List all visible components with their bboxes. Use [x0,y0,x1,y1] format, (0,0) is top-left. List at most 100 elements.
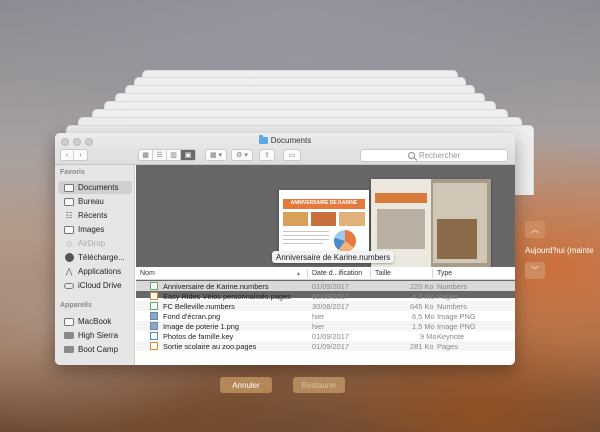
image-file-icon [150,312,158,320]
file-date: hier [312,322,325,331]
image-file-icon [150,322,158,330]
sidebar-item-high-sierra[interactable]: High Sierra [58,329,132,342]
arrange-button[interactable]: ▦ ▾ [205,149,227,161]
window-title: Documents [55,135,515,145]
table-row[interactable]: Image de poterie 1.png hier 1,5 Mo Image… [136,321,515,331]
list-view-icon: ☰ [156,152,163,159]
icons-view-button[interactable]: ▦ [139,150,154,160]
columns-view-icon: ▥ [170,152,177,159]
document-photo [311,212,336,226]
sidebar-item-airdrop[interactable]: ◎ AirDrop [58,237,132,250]
applications-icon: ⋀ [65,267,73,276]
documents-folder-icon [258,135,268,144]
gallery-view-button[interactable]: ▣ [181,150,196,160]
column-header-size[interactable]: Taille [375,270,391,277]
pie-chart-graphic [334,230,356,252]
sidebar-item-downloads[interactable]: Télécharge... [58,251,132,264]
hard-disk-icon [64,345,74,354]
pages-file-icon [150,342,158,350]
table-row[interactable]: FC Belleville.numbers 30/08/2017 645 Ko … [136,301,515,311]
table-row[interactable]: Anniversaire de Karine.numbers 01/09/201… [136,281,515,291]
sidebar-item-applications[interactable]: ⋀ Applications [58,265,132,278]
numbers-document-thumbnail[interactable]: ANNIVERSAIRE DE KARINE [279,190,369,253]
file-date: 01/09/2017 [312,332,349,341]
file-size: 220 Ko [410,282,434,291]
search-field[interactable]: Rechercher [360,149,508,162]
sidebar-item-macbook[interactable]: MacBook [58,315,132,328]
file-size: 6,5 Mo [412,312,435,321]
sidebar-item-label: iCloud Drive [78,281,122,290]
chevron-left-icon: ‹ [65,151,69,159]
keynote-file-icon [150,332,158,340]
list-view-button[interactable]: ☰ [153,150,168,160]
timeline-date-label: Aujourd'hui (mainte [525,246,594,255]
search-placeholder: Rechercher [418,151,461,160]
icloud-icon [64,281,74,290]
file-list-header: Nom ▴ Date d...ification Taille Type [136,267,515,280]
share-icon: ⇧ [264,152,270,159]
chevron-down-icon: ﹀ [531,266,539,275]
sidebar-item-bureau[interactable]: Bureau [58,195,132,208]
title-bar: Documents ‹ › ▦ ☰ ▥ ▣ ▦ ▾ ⚙ ▾ ⇧ ▭ Recher… [55,133,515,165]
document-photo [339,212,365,226]
sidebar-item-label: Applications [78,267,122,276]
file-kind: Numbers [437,282,467,291]
sidebar-heading-favorites: Favoris [60,169,85,176]
file-size: 4,3 Mo [412,292,435,301]
file-size: 1,5 Mo [412,322,435,331]
column-header-kind[interactable]: Type [437,270,452,277]
window-title-text: Documents [270,136,312,145]
sidebar-item-recents[interactable]: ☷ Récents [58,209,132,222]
table-row[interactable]: Fond d'écran.png hier 6,5 Mo Image PNG [136,311,515,321]
sidebar-heading-devices: Appareils [60,302,92,309]
sidebar-item-images[interactable]: Images [58,223,132,236]
preview-file-label: Anniversaire de Karine.numbers [272,251,395,263]
table-row[interactable]: Easy Rides Vélos personnalisés.pages 01/… [136,291,515,301]
file-size: 9 Mo [420,332,437,341]
file-kind: Keynote [437,332,465,341]
document-text-line [283,243,323,244]
action-button[interactable]: ⚙ ▾ [231,149,253,161]
tag-button[interactable]: ▭ [283,149,301,161]
sidebar-item-label: AirDrop [78,239,106,248]
icons-view-icon: ▦ [142,152,149,159]
pages-file-icon [150,292,158,300]
view-mode-control: ▦ ☰ ▥ ▣ [138,149,196,161]
column-header-name[interactable]: Nom [140,270,155,277]
document-photo [283,212,308,226]
columns-view-button[interactable]: ▥ [167,150,182,160]
documents-folder-icon [64,183,74,192]
grid-arrange-icon: ▦ ▾ [209,152,223,159]
file-name: Easy Rides Vélos personnalisés.pages [163,292,291,301]
sidebar-item-label: High Sierra [78,331,119,340]
sidebar-item-documents[interactable]: Documents [58,181,132,194]
file-kind: Numbers [437,302,467,311]
column-divider [432,269,433,278]
tag-icon: ▭ [288,152,296,159]
back-button[interactable]: ‹ [61,150,75,160]
file-name: FC Belleville.numbers [163,302,235,311]
timeline-up-button[interactable]: ︿ [525,221,545,238]
file-kind: Image PNG [437,312,476,321]
pictures-folder-icon [64,225,74,234]
hard-disk-icon [64,331,74,340]
cancel-button[interactable]: Annuler [220,377,272,393]
sidebar-item-label: Images [78,225,105,234]
sidebar-item-label: MacBook [78,317,112,326]
sidebar-item-icloud-drive[interactable]: iCloud Drive [58,279,132,292]
forward-button[interactable]: › [74,150,87,160]
timeline-down-button[interactable]: ﹀ [525,262,545,279]
search-icon [407,152,415,159]
file-name: Fond d'écran.png [163,312,221,321]
gear-icon: ⚙ ▾ [236,152,248,159]
column-header-date[interactable]: Date d...ification [312,270,362,277]
table-row[interactable]: Sortie scolaire au zoo.pages 01/09/2017 … [136,341,515,351]
sidebar-item-boot-camp[interactable]: Boot Camp [58,343,132,356]
share-button[interactable]: ⇧ [259,149,275,161]
gallery-view-icon: ▣ [184,152,192,159]
file-name: Photos de famille.key [163,332,234,341]
restore-button[interactable]: Restaurer [293,377,345,393]
recents-icon: ☷ [65,211,73,220]
table-row[interactable]: Photos de famille.key 01/09/2017 9 Mo Ke… [136,331,515,341]
sidebar-item-label: Récents [78,211,108,220]
